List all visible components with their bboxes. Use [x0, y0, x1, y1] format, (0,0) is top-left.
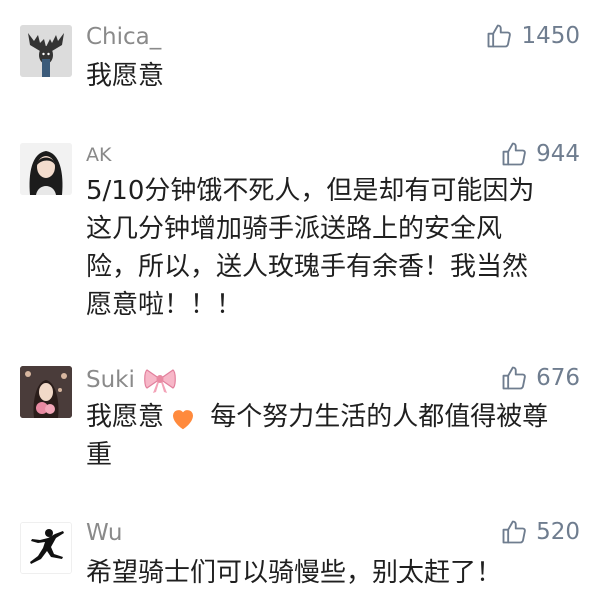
comment-line: 希望骑士们可以骑慢些，别太赶了！	[86, 558, 503, 588]
like-count: 1450	[521, 23, 580, 49]
like-count: 676	[536, 365, 580, 391]
like-button[interactable]: 676	[500, 364, 580, 392]
jumpman-logo-icon	[21, 523, 71, 573]
username[interactable]: AK	[86, 144, 111, 166]
comment-line: 我愿意 每个努力生活的人都值得被尊	[86, 398, 576, 436]
comment-line-segment: 每个努力生活的人都值得被尊	[202, 402, 549, 432]
comment-line: 愿意啦！！！	[86, 290, 243, 320]
comment-line: 5/10分钟饿不死人，但是却有可能因为	[86, 176, 535, 206]
comment-line: 我愿意	[86, 61, 165, 91]
comment-line-segment: 我愿意	[86, 402, 165, 432]
thumbs-up-icon	[502, 520, 526, 544]
avatar[interactable]	[20, 25, 72, 77]
girl-avatar-icon	[20, 143, 72, 195]
avatar[interactable]	[20, 143, 72, 195]
comment-text: 我愿意	[86, 57, 576, 95]
avatar[interactable]	[20, 522, 72, 574]
girl-flowers-avatar-icon	[20, 366, 72, 418]
username[interactable]: Wu	[86, 520, 123, 546]
comment-text: 5/10分钟饿不死人，但是却有可能因为 这几分钟增加骑手派送路上的安全风 险，所…	[86, 172, 576, 324]
orange-heart-icon	[173, 409, 194, 429]
thumbs-up-icon	[502, 366, 526, 390]
avatar[interactable]	[20, 366, 72, 418]
like-button[interactable]: 520	[500, 518, 580, 546]
comment-line: 重	[86, 440, 113, 470]
like-button[interactable]: 1450	[485, 22, 580, 50]
like-count: 944	[536, 141, 580, 167]
comment-text: 希望骑士们可以骑慢些，别太赶了！	[86, 554, 576, 592]
comment-line: 险，所以，送人玫瑰手有余香！我当然	[86, 252, 529, 282]
thumbs-up-icon	[488, 24, 512, 48]
comment-item: Chica_ 1450 我愿意	[0, 0, 600, 110]
username-text: Suki	[86, 367, 135, 393]
like-count: 520	[536, 519, 580, 545]
ribbon-bow-icon	[144, 369, 176, 393]
comment-text: 我愿意 每个努力生活的人都值得被尊 重	[86, 398, 576, 474]
username[interactable]: Chica_	[86, 24, 161, 50]
moose-avatar-icon	[20, 25, 72, 77]
comment-line: 这几分钟增加骑手派送路上的安全风	[86, 214, 503, 244]
like-button[interactable]: 944	[500, 140, 580, 168]
thumbs-up-icon	[502, 142, 526, 166]
username[interactable]: Suki	[86, 366, 177, 394]
